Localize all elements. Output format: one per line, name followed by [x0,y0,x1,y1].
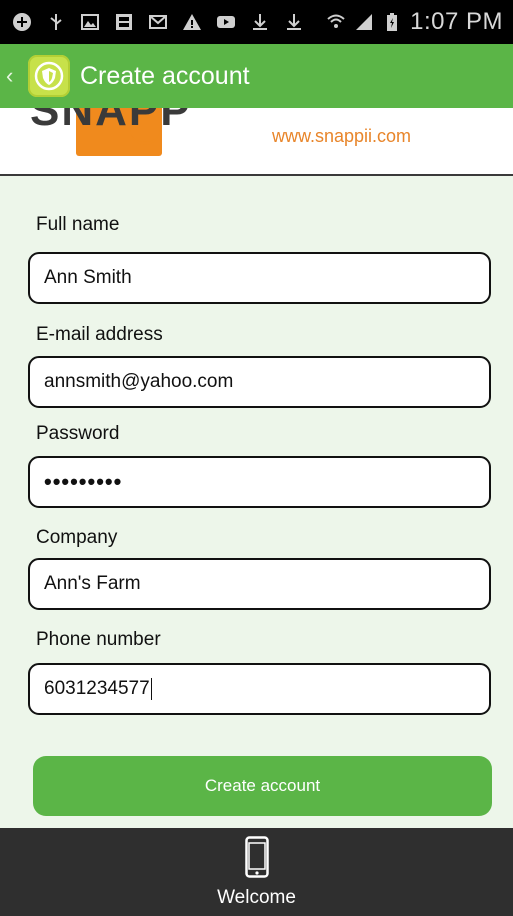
signal-icon [354,12,374,32]
shield-app-icon[interactable] [28,55,70,97]
phone-field[interactable]: 6031234577 [28,663,491,715]
download-icon [250,12,270,32]
email-label: E-mail address [36,324,163,345]
bottom-tab-bar: Welcome [0,828,513,916]
video-icon [216,12,236,32]
brand-logo-text: SNAPP [30,108,192,135]
tab-welcome-label: Welcome [217,886,296,908]
company-label: Company [36,527,118,548]
phone-icon [244,835,269,883]
create-account-button[interactable]: Create account [33,756,492,816]
email-value: annsmith@yahoo.com [44,371,234,392]
chevron-left-icon[interactable]: ‹ [6,63,24,89]
phone-label: Phone number [36,629,161,650]
warning-icon [182,12,202,32]
image-icon [80,12,100,32]
download-icon [284,12,304,32]
email-field[interactable]: annsmith@yahoo.com [28,356,491,408]
brand-header: SNAPP www.snappii.com [0,108,513,176]
status-icons-right: 1:07 PM [326,8,503,36]
full-name-field[interactable]: Ann Smith [28,252,491,304]
wifi-icon [326,12,346,32]
phone-value: 6031234577 [44,678,150,700]
text-cursor [150,677,152,700]
password-field[interactable]: ••••••••• [28,456,491,508]
password-label: Password [36,423,120,444]
usb-icon [46,12,66,32]
tab-welcome[interactable]: Welcome [217,835,296,909]
password-value: ••••••••• [44,469,123,494]
full-name-label: Full name [36,214,120,235]
company-field[interactable]: Ann's Farm [28,558,491,610]
full-name-value: Ann Smith [44,267,132,288]
brand-url[interactable]: www.snappii.com [272,126,411,147]
add-circle-icon [12,12,32,32]
create-account-form: Full name Ann Smith E-mail address annsm… [0,176,513,828]
battery-icon [382,12,402,32]
snapp-icon [114,12,134,32]
status-icons-left [12,12,304,32]
company-value: Ann's Farm [44,573,141,594]
gmail-icon [148,12,168,32]
page-title: Create account [80,61,250,90]
action-bar: ‹ Create account [0,44,513,108]
phone-value-wrap: 6031234577 [44,677,152,700]
status-bar: 1:07 PM [0,0,513,44]
status-time: 1:07 PM [410,8,503,35]
